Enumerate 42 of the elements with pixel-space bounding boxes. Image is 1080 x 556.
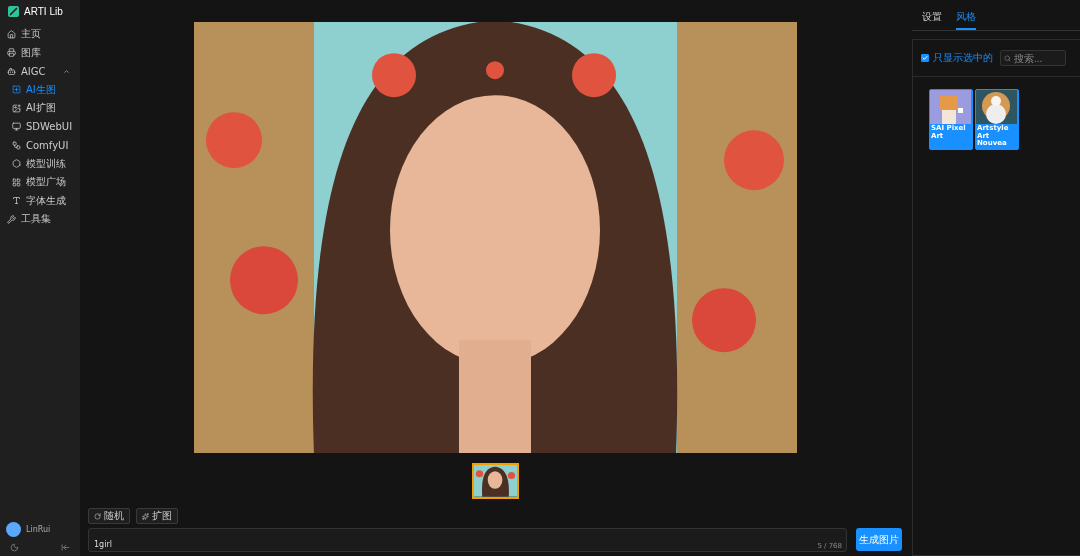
logo-icon xyxy=(8,6,19,17)
nav-item[interactable]: AIGC xyxy=(0,62,80,81)
nav-item[interactable]: ComfyUI xyxy=(0,136,80,155)
checkbox[interactable] xyxy=(921,54,929,62)
grid-icon xyxy=(12,177,21,187)
refresh-icon xyxy=(94,512,101,520)
nav-item[interactable]: 主页 xyxy=(0,25,80,44)
search-input[interactable]: 搜索... xyxy=(1014,52,1062,64)
monitor-icon xyxy=(12,122,21,132)
user-name: LinRui xyxy=(26,525,51,534)
thumbnail[interactable] xyxy=(471,463,519,499)
avatar[interactable] xyxy=(6,522,21,537)
printer-icon xyxy=(7,48,16,58)
prompt-button[interactable]: 随机 xyxy=(88,508,130,524)
nav-item[interactable]: 图库 xyxy=(0,43,80,62)
robot-icon xyxy=(7,66,16,76)
nav-item[interactable]: 模型广场 xyxy=(0,173,80,192)
workflow-icon xyxy=(12,140,21,150)
wrench-icon xyxy=(7,214,16,224)
tab[interactable]: 设置 xyxy=(922,10,942,30)
nav-item[interactable]: 模型训练 xyxy=(0,154,80,173)
nav-item[interactable]: SDWebUI xyxy=(0,117,80,136)
hexagon-icon xyxy=(12,159,21,169)
search-field[interactable]: 搜索... xyxy=(1000,50,1066,66)
home-icon xyxy=(7,29,16,39)
checkbox-label: 只显示选中的 xyxy=(933,51,993,65)
square-plus-icon xyxy=(12,85,21,95)
prompt-button[interactable]: 扩图 xyxy=(136,508,178,524)
collapse-icon[interactable] xyxy=(61,543,70,552)
brand-name: ARTI Lib xyxy=(24,6,63,17)
nav-item[interactable]: AI生图 xyxy=(0,80,80,99)
tab[interactable]: 风格 xyxy=(956,10,976,30)
sparkle-icon xyxy=(142,512,149,520)
letter-icon xyxy=(12,196,21,206)
nav-item[interactable]: AI扩图 xyxy=(0,99,80,118)
image-plus-icon xyxy=(12,103,21,113)
moon-icon[interactable] xyxy=(10,543,19,552)
nav-item[interactable]: 字体生成 xyxy=(0,191,80,210)
nav-item[interactable]: 工具集 xyxy=(0,210,80,229)
chevron-up-icon[interactable] xyxy=(63,67,70,75)
prompt-text: 1girl xyxy=(94,540,112,549)
search-icon xyxy=(1004,54,1011,62)
